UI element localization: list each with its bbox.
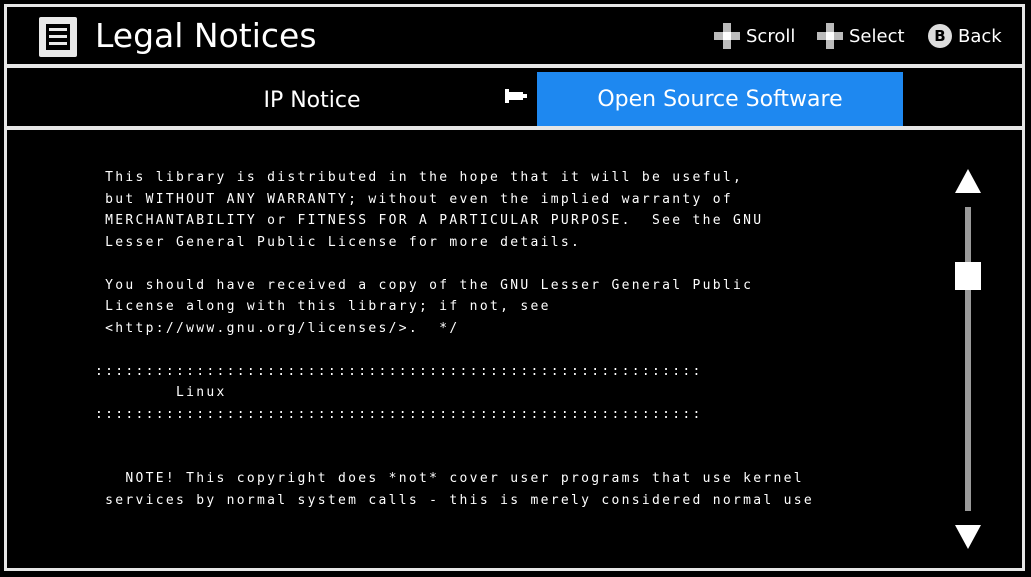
b-button-icon: B <box>928 24 952 48</box>
license-line: but WITHOUT ANY WARRANTY; without even t… <box>95 191 733 207</box>
scrollbar[interactable] <box>947 169 987 549</box>
header-divider <box>7 64 1022 68</box>
license-line: ::::::::::::::::::::::::::::::::::::::::… <box>95 406 703 422</box>
tab-open-source-software[interactable]: Open Source Software <box>537 72 903 126</box>
page-title: Legal Notices <box>95 16 317 55</box>
tab-bar: IP Notice Open Source Software <box>7 69 1022 127</box>
license-line: This library is distributed in the hope … <box>95 170 744 185</box>
license-line: MERCHANTABILITY or FITNESS FOR A PARTICU… <box>95 213 764 228</box>
back-hint-label: Back <box>958 25 1002 47</box>
scroll-hint: Scroll <box>714 21 795 51</box>
scroll-thumb[interactable] <box>955 262 981 291</box>
header-bar: Legal Notices Scroll Select B Back <box>7 7 1022 65</box>
scroll-up-arrow-icon[interactable] <box>955 169 981 193</box>
scroll-hint-label: Scroll <box>746 25 796 47</box>
document-icon <box>39 17 77 57</box>
tabs-divider <box>7 126 1022 130</box>
scroll-track[interactable] <box>965 207 971 511</box>
select-hint: Select <box>817 21 905 51</box>
license-line: <http://www.gnu.org/licenses/>. */ <box>95 320 460 336</box>
license-line: Lesser General Public License for more d… <box>95 234 582 250</box>
tab-ip-notice[interactable]: IP Notice <box>187 73 437 127</box>
license-text: This library is distributed in the hope … <box>95 167 835 511</box>
license-line: You should have received a copy of the G… <box>95 277 754 293</box>
license-line: ::::::::::::::::::::::::::::::::::::::::… <box>95 363 703 379</box>
legal-notices-window: Legal Notices Scroll Select B Back IP No… <box>4 4 1025 571</box>
license-line: NOTE! This copyright does *not* cover us… <box>95 471 804 486</box>
license-line: Linux <box>95 385 227 400</box>
license-content[interactable]: This library is distributed in the hope … <box>7 131 1022 567</box>
pointer-icon <box>505 89 527 103</box>
scroll-down-arrow-icon[interactable] <box>955 525 981 549</box>
dpad-icon <box>817 23 843 49</box>
dpad-icon <box>714 23 740 49</box>
back-button[interactable]: B Back <box>928 21 1002 51</box>
select-hint-label: Select <box>849 25 905 47</box>
license-line: License along with this library; if not,… <box>95 299 551 314</box>
license-line: services by normal system calls - this i… <box>95 492 814 508</box>
